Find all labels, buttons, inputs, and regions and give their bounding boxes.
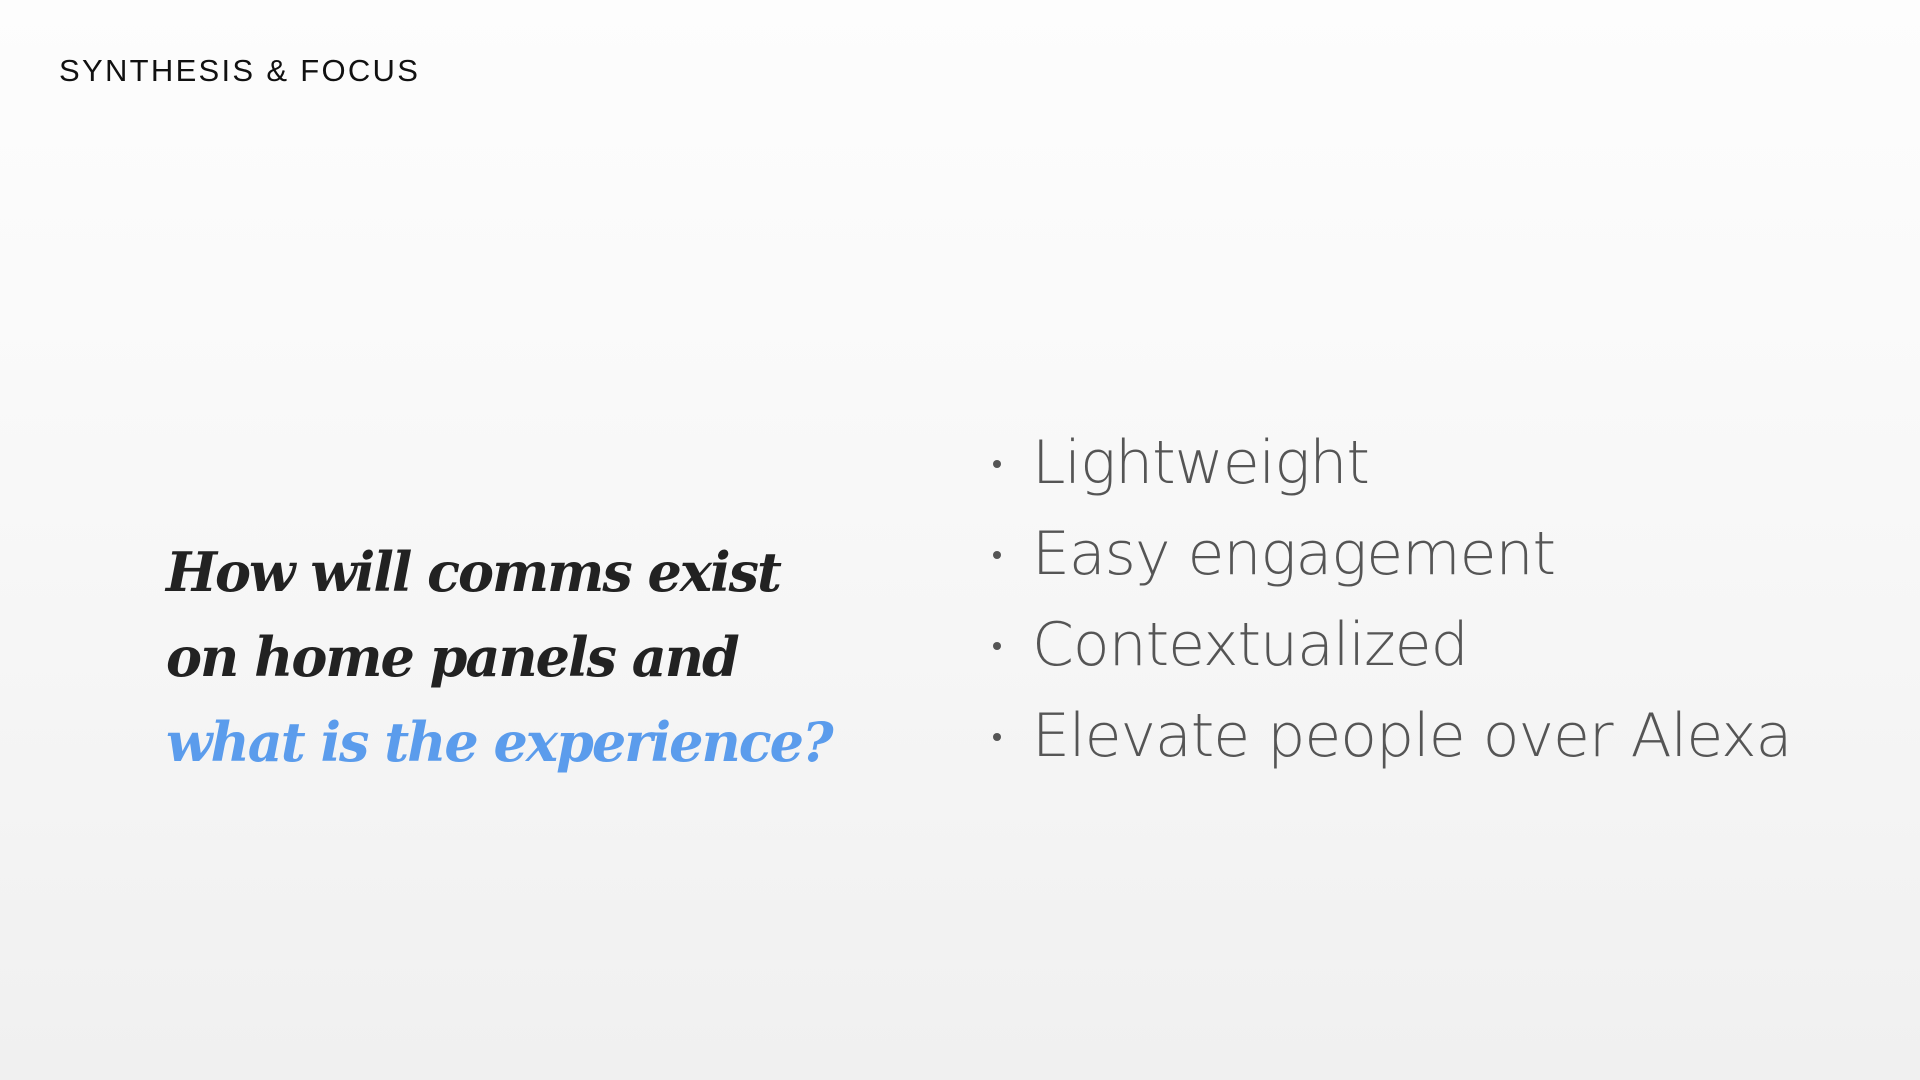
list-item: Elevate people over Alexa (985, 691, 1792, 782)
bullet-icon (993, 641, 1001, 650)
question-line-2: on home panels and (166, 625, 740, 689)
question-line-1: How will comms exist (166, 540, 782, 604)
bullet-icon (993, 550, 1001, 559)
list-item-label: Contextualized (1032, 610, 1469, 680)
list-item: Contextualized (985, 600, 1791, 691)
bullet-icon (993, 459, 1001, 468)
section-label: SYNTHESIS & FOCUS (59, 53, 421, 88)
list-item: Lightweight (985, 418, 1791, 509)
list-item: Easy engagement (985, 509, 1791, 600)
list-item-label: Lightweight (1032, 428, 1370, 498)
key-question: How will comms exist on home panels and … (166, 530, 834, 785)
focus-list: Lightweight Easy engagement Contextualiz… (985, 418, 1792, 782)
list-item-label: Elevate people over Alexa (1032, 701, 1792, 771)
bullet-icon (993, 732, 1001, 741)
list-item-label: Easy engagement (1032, 519, 1556, 589)
question-line-3-accent: what is the experience? (166, 710, 834, 774)
slide: SYNTHESIS & FOCUS How will comms exist o… (0, 0, 1920, 1080)
